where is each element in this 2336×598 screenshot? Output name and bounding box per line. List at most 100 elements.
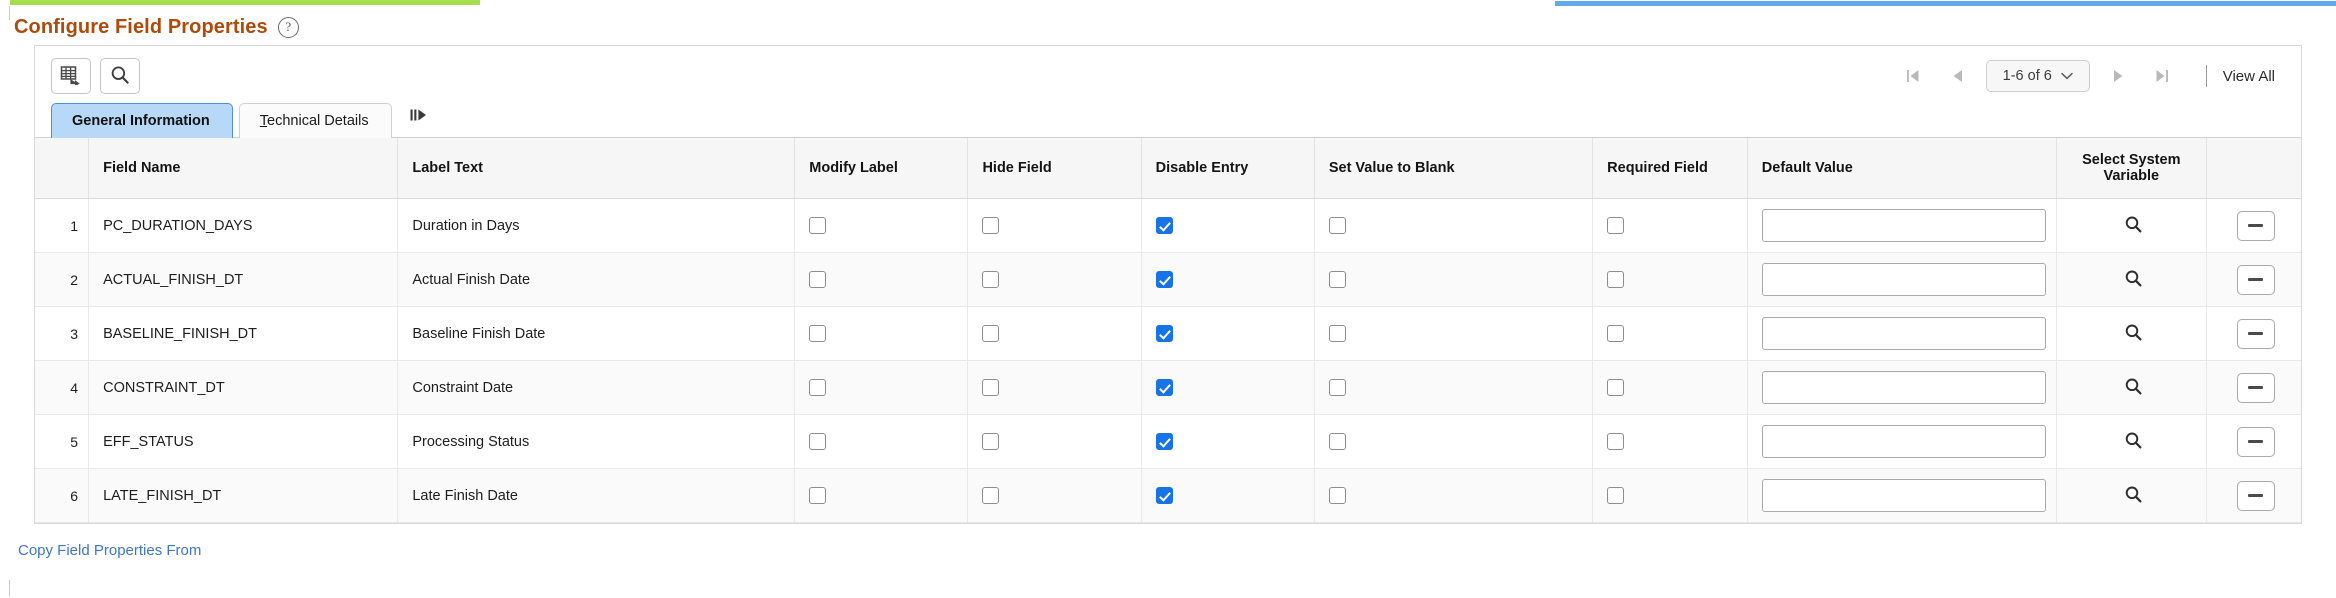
cell-default-value xyxy=(1747,469,2056,523)
table-header-row: Field Name Label Text Modify Label Hide … xyxy=(35,138,2301,199)
cell-modify-label xyxy=(795,307,968,361)
cell-field-name: CONSTRAINT_DT xyxy=(89,361,398,415)
last-page-icon[interactable] xyxy=(2140,60,2184,92)
delete-row-button[interactable] xyxy=(2237,373,2275,403)
select-system-variable-lookup-button[interactable] xyxy=(2122,483,2145,506)
set-value-to-blank-checkbox[interactable] xyxy=(1329,271,1346,288)
tab-general-information[interactable]: General Information xyxy=(51,103,233,138)
select-system-variable-lookup-button[interactable] xyxy=(2122,267,2145,290)
find-button[interactable] xyxy=(100,58,140,94)
required-field-checkbox[interactable] xyxy=(1607,487,1624,504)
search-icon xyxy=(2124,492,2143,507)
page-range-select[interactable]: 1-6 of 6 xyxy=(1986,60,2090,92)
cell-hide-field xyxy=(968,415,1141,469)
required-field-checkbox[interactable] xyxy=(1607,379,1624,396)
cell-set-value-to-blank xyxy=(1314,361,1592,415)
first-page-icon[interactable] xyxy=(1892,60,1936,92)
required-field-checkbox[interactable] xyxy=(1607,271,1624,288)
disable-entry-checkbox[interactable] xyxy=(1156,379,1173,396)
show-next-tabs-icon xyxy=(410,108,427,128)
personalize-grid-button[interactable] xyxy=(51,58,91,94)
delete-row-button[interactable] xyxy=(2237,319,2275,349)
disable-entry-checkbox[interactable] xyxy=(1156,325,1173,342)
required-field-checkbox[interactable] xyxy=(1607,433,1624,450)
cell-hide-field xyxy=(968,307,1141,361)
help-circle-icon[interactable]: ? xyxy=(278,17,299,38)
cell-select-system-variable xyxy=(2057,199,2206,253)
default-value-input[interactable] xyxy=(1762,371,2046,404)
hide-field-checkbox[interactable] xyxy=(982,433,999,450)
tab-technical-details[interactable]: Technical Details xyxy=(239,103,392,138)
modify-label-checkbox[interactable] xyxy=(809,433,826,450)
minus-icon xyxy=(2248,440,2263,444)
default-value-input[interactable] xyxy=(1762,263,2046,296)
cell-disable-entry xyxy=(1141,469,1314,523)
set-value-to-blank-checkbox[interactable] xyxy=(1329,325,1346,342)
cell-modify-label xyxy=(795,415,968,469)
default-value-input[interactable] xyxy=(1762,425,2046,458)
set-value-to-blank-checkbox[interactable] xyxy=(1329,433,1346,450)
default-value-input[interactable] xyxy=(1762,209,2046,242)
modify-label-checkbox[interactable] xyxy=(809,379,826,396)
table-row: 1 PC_DURATION_DAYS Duration in Days xyxy=(35,199,2301,253)
copy-field-properties-from-link[interactable]: Copy Field Properties From xyxy=(18,542,201,559)
required-field-checkbox[interactable] xyxy=(1607,325,1624,342)
select-system-variable-lookup-button[interactable] xyxy=(2122,429,2145,452)
disable-entry-checkbox[interactable] xyxy=(1156,271,1173,288)
next-page-icon[interactable] xyxy=(2096,60,2140,92)
cell-set-value-to-blank xyxy=(1314,199,1592,253)
cell-field-name: ACTUAL_FINISH_DT xyxy=(89,253,398,307)
modify-label-checkbox[interactable] xyxy=(809,487,826,504)
search-icon xyxy=(2124,438,2143,453)
cell-default-value xyxy=(1747,253,2056,307)
hide-field-checkbox[interactable] xyxy=(982,379,999,396)
cell-select-system-variable xyxy=(2057,307,2206,361)
table-row: 2 ACTUAL_FINISH_DT Actual Finish Date xyxy=(35,253,2301,307)
modify-label-checkbox[interactable] xyxy=(809,217,826,234)
select-system-variable-lookup-button[interactable] xyxy=(2122,213,2145,236)
footer-links: Copy Field Properties From xyxy=(0,524,2336,560)
disable-entry-checkbox[interactable] xyxy=(1156,487,1173,504)
delete-row-button[interactable] xyxy=(2237,481,2275,511)
default-value-input[interactable] xyxy=(1762,317,2046,350)
previous-page-icon[interactable] xyxy=(1936,60,1980,92)
disable-entry-checkbox[interactable] xyxy=(1156,217,1173,234)
disable-entry-checkbox[interactable] xyxy=(1156,433,1173,450)
cell-label-text: Late Finish Date xyxy=(398,469,795,523)
set-value-to-blank-checkbox[interactable] xyxy=(1329,379,1346,396)
column-header-delete xyxy=(2206,138,2301,199)
delete-row-button[interactable] xyxy=(2237,427,2275,457)
cell-field-name: EFF_STATUS xyxy=(89,415,398,469)
hide-field-checkbox[interactable] xyxy=(982,325,999,342)
pagination-divider xyxy=(2206,65,2207,87)
search-icon xyxy=(2124,330,2143,345)
default-value-input[interactable] xyxy=(1762,479,2046,512)
cell-label-text: Baseline Finish Date xyxy=(398,307,795,361)
set-value-to-blank-checkbox[interactable] xyxy=(1329,217,1346,234)
set-value-to-blank-checkbox[interactable] xyxy=(1329,487,1346,504)
select-system-variable-lookup-button[interactable] xyxy=(2122,321,2145,344)
select-system-variable-lookup-button[interactable] xyxy=(2122,375,2145,398)
column-header-field-name: Field Name xyxy=(89,138,398,199)
page-content: Configure Field Properties ? xyxy=(0,6,2336,560)
delete-row-button[interactable] xyxy=(2237,265,2275,295)
cell-set-value-to-blank xyxy=(1314,415,1592,469)
modify-label-checkbox[interactable] xyxy=(809,325,826,342)
minus-icon xyxy=(2248,224,2263,228)
cell-default-value xyxy=(1747,307,2056,361)
cell-label-text: Duration in Days xyxy=(398,199,795,253)
view-all-link[interactable]: View All xyxy=(2223,68,2283,85)
hide-field-checkbox[interactable] xyxy=(982,271,999,288)
required-field-checkbox[interactable] xyxy=(1607,217,1624,234)
tab-general-information-label: General Information xyxy=(72,113,210,129)
table-row: 4 CONSTRAINT_DT Constraint Date xyxy=(35,361,2301,415)
hide-field-checkbox[interactable] xyxy=(982,487,999,504)
cell-delete xyxy=(2206,199,2301,253)
delete-row-button[interactable] xyxy=(2237,211,2275,241)
cell-hide-field xyxy=(968,361,1141,415)
grid-pagination: 1-6 of 6 xyxy=(1892,60,2287,92)
hide-field-checkbox[interactable] xyxy=(982,217,999,234)
modify-label-checkbox[interactable] xyxy=(809,271,826,288)
show-next-tabs-button[interactable] xyxy=(398,108,437,137)
cell-delete xyxy=(2206,307,2301,361)
